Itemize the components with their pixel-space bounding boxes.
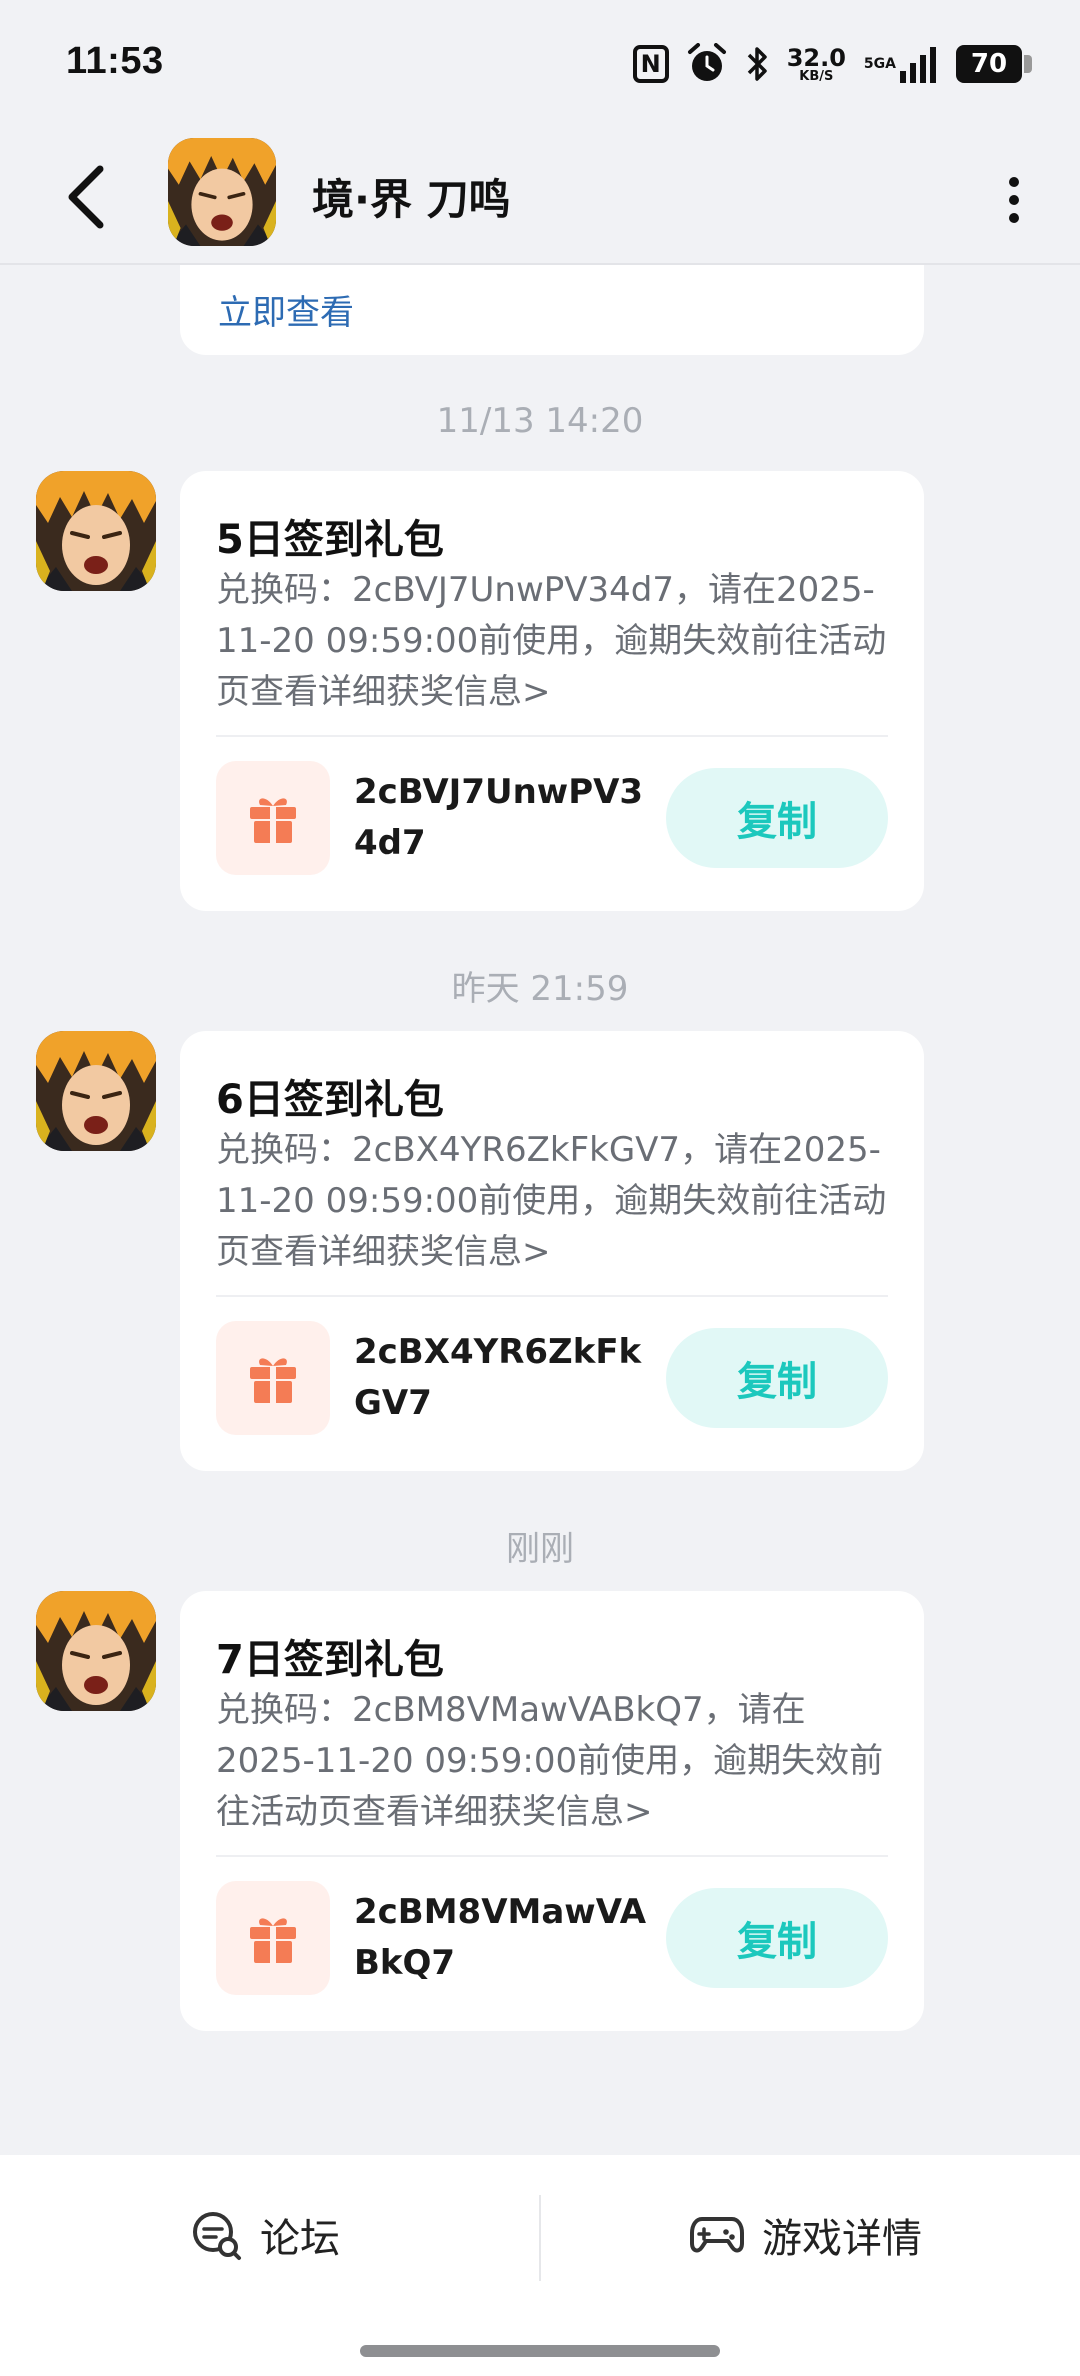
status-icons: N 32.0 KB/S 5GA 70 <box>615 40 1032 88</box>
battery-icon: 70 <box>956 45 1032 83</box>
gift-icon <box>216 1321 330 1435</box>
gift-message-card: 5日签到礼包 兑换码：2cBVJ7UnwPV34d7，请在2025-11-20 … <box>180 471 924 911</box>
alarm-icon <box>687 43 727 85</box>
bottom-action-bar: 论坛 游戏详情 <box>0 2155 1080 2376</box>
bluetooth-icon <box>745 44 769 84</box>
message-feed[interactable]: 立即查看 11/13 14:20 5日签到礼包 兑换码：2cBVJ7UnwPV3… <box>0 265 1080 2155</box>
forum-chat-icon <box>193 2212 241 2260</box>
signal-icon: 5GA <box>864 45 938 83</box>
game-avatar[interactable] <box>168 138 276 246</box>
bottom-divider <box>539 2195 541 2281</box>
gamepad-icon <box>690 2217 744 2253</box>
more-vertical-icon <box>1009 177 1019 223</box>
message-timestamp: 昨天 21:59 <box>451 969 629 1009</box>
forum-label: 论坛 <box>260 2216 340 2262</box>
gift-message-card: 6日签到礼包 兑换码：2cBX4YR6ZkFkGV7，请在2025-11-20 … <box>180 1031 924 1471</box>
page-title: 境·界 刀鸣 <box>312 175 511 224</box>
message-timestamp: 刚刚 <box>506 1529 574 1569</box>
gift-icon <box>216 761 330 875</box>
divider <box>216 1855 888 1857</box>
redeem-code: 2cBVJ7UnwPV34d7 <box>354 772 644 863</box>
message-body[interactable]: 兑换码：2cBX4YR6ZkFkGV7，请在2025-11-20 09:59:0… <box>216 1125 896 1278</box>
status-time: 11:53 <box>66 40 164 82</box>
forum-button[interactable]: 论坛 <box>190 2205 340 2265</box>
copy-button[interactable]: 复制 <box>666 1328 888 1428</box>
message-body[interactable]: 兑换码：2cBVJ7UnwPV34d7，请在2025-11-20 09:59:0… <box>216 565 896 718</box>
nfc-icon: N <box>632 45 669 83</box>
copy-button[interactable]: 复制 <box>666 1888 888 1988</box>
sender-avatar[interactable] <box>36 1031 156 1151</box>
home-indicator[interactable] <box>360 2345 720 2357</box>
sender-avatar[interactable] <box>36 1591 156 1711</box>
chevron-left-icon <box>68 165 104 229</box>
message-title: 5日签到礼包 <box>216 517 444 563</box>
more-options-button[interactable] <box>994 160 1034 240</box>
divider <box>216 735 888 737</box>
game-details-label: 游戏详情 <box>762 2216 922 2262</box>
back-button[interactable] <box>60 157 120 237</box>
copy-button[interactable]: 复制 <box>666 768 888 868</box>
sender-avatar[interactable] <box>36 471 156 591</box>
divider <box>216 1295 888 1297</box>
redeem-code: 2cBX4YR6ZkFkGV7 <box>354 1332 642 1423</box>
status-bar: 11:53 N 32.0 KB/S 5GA 70 <box>0 0 1080 130</box>
page: 11:53 N 32.0 KB/S 5GA 70 境·界 刀鸣 立即查看 11/… <box>0 0 1080 2376</box>
gift-message-card: 7日签到礼包 兑换码：2cBM8VMawVABkQ7，请在2025-11-20 … <box>180 1591 924 2031</box>
view-now-link[interactable]: 立即查看 <box>218 285 354 334</box>
message-title: 7日签到礼包 <box>216 1637 444 1683</box>
redeem-code: 2cBM8VMawVABkQ7 <box>354 1892 647 1983</box>
game-details-button[interactable]: 游戏详情 <box>690 2205 922 2265</box>
gift-icon <box>216 1881 330 1995</box>
network-speed: 32.0 KB/S <box>786 43 846 84</box>
message-title: 6日签到礼包 <box>216 1077 444 1123</box>
message-timestamp: 11/13 14:20 <box>436 401 644 441</box>
app-header: 境·界 刀鸣 <box>0 130 1080 265</box>
previous-message-card: 立即查看 <box>180 265 924 355</box>
message-body[interactable]: 兑换码：2cBM8VMawVABkQ7，请在2025-11-20 09:59:0… <box>216 1685 896 1838</box>
